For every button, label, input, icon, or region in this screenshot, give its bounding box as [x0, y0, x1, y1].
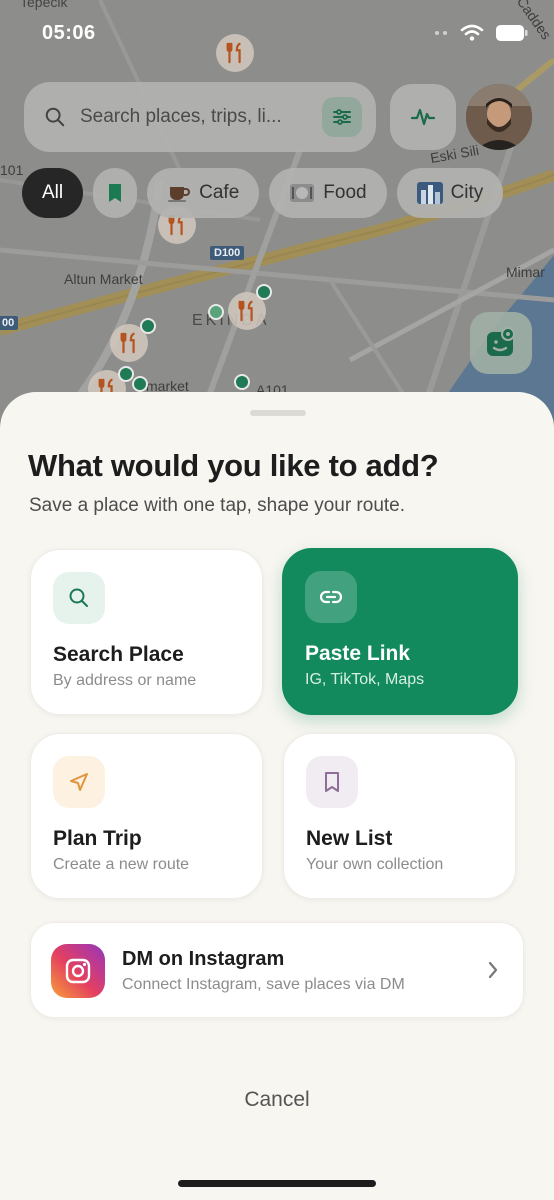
filter-button[interactable] [322, 97, 362, 137]
status-time: 05:06 [42, 22, 96, 44]
pulse-icon [410, 108, 436, 126]
battery-icon [496, 25, 528, 41]
search-icon-box [53, 572, 105, 624]
sheet-title: What would you like to add? [28, 448, 439, 483]
card-title: Plan Trip [53, 827, 142, 850]
instagram-title: DM on Instagram [122, 948, 285, 970]
user-photo [466, 84, 532, 150]
chip-label: Cafe [199, 182, 240, 203]
card-subtitle: IG, TikTok, Maps [305, 671, 425, 688]
instagram-dm-row[interactable]: DM on Instagram Connect Instagram, save … [30, 922, 524, 1018]
map-label: Tepecik [20, 0, 68, 10]
map-view[interactable]: Tepecik Eski Sili Altun Market EKINDA Mi… [0, 0, 554, 420]
bookmark-icon-box [306, 756, 358, 808]
coffee-icon [168, 187, 191, 202]
sliders-icon [333, 109, 351, 125]
chip-cafe[interactable]: Cafe [147, 168, 260, 218]
card-title: Search Place [53, 643, 184, 666]
food-icon [290, 184, 315, 202]
sheet-drag-handle[interactable] [250, 410, 306, 416]
add-bottom-sheet: What would you like to add? Save a place… [0, 392, 554, 1200]
paste-link-card[interactable]: Paste Link IG, TikTok, Maps [282, 548, 518, 715]
instagram-icon [51, 944, 105, 998]
navigation-arrow-icon [70, 773, 88, 791]
saved-place-pin[interactable] [118, 366, 134, 382]
map-pin-plus-icon [487, 327, 515, 356]
saved-place-pin[interactable] [256, 284, 272, 300]
search-icon [45, 107, 65, 127]
cancel-button[interactable]: Cancel [0, 1088, 554, 1112]
chip-label: City [450, 182, 484, 203]
chip-city[interactable]: City [396, 168, 504, 218]
chip-all[interactable]: All [22, 168, 84, 218]
card-title: Paste Link [305, 642, 411, 665]
sheet-subtitle: Save a place with one tap, shape your ro… [29, 495, 406, 516]
saved-place-pin[interactable] [132, 376, 148, 392]
home-indicator [178, 1180, 376, 1187]
search-bar[interactable]: Search places, trips, li... [24, 82, 376, 152]
bookmark-icon [109, 184, 122, 202]
chip-label: All [42, 182, 64, 203]
fork-knife-icon [238, 300, 253, 322]
signal-icon [435, 31, 447, 35]
chip-label: Food [323, 182, 367, 203]
avatar[interactable] [466, 84, 532, 150]
map-label: Mimar [506, 264, 545, 280]
map-label: 101 [0, 162, 24, 178]
card-title: New List [306, 827, 393, 850]
fork-knife-icon [226, 42, 241, 64]
card-subtitle: Your own collection [306, 856, 444, 873]
card-subtitle: By address or name [53, 672, 197, 689]
saved-place-pin[interactable] [208, 304, 224, 320]
chip-food[interactable]: Food [269, 168, 387, 218]
map-label: Altun Market [64, 271, 143, 287]
wifi-icon [460, 24, 484, 41]
restaurant-poi[interactable] [216, 34, 254, 72]
add-place-map-button[interactable] [470, 312, 532, 374]
card-subtitle: Create a new route [53, 856, 190, 873]
chip-saved[interactable] [93, 168, 138, 218]
fork-knife-icon [120, 332, 135, 354]
instagram-subtitle: Connect Instagram, save places via DM [122, 976, 405, 993]
category-chips: All Cafe Food City [22, 168, 504, 218]
saved-place-pin[interactable] [234, 374, 250, 390]
search-icon [69, 588, 88, 607]
bookmark-icon [325, 772, 339, 792]
chevron-right-icon [488, 961, 498, 979]
road-shield: 00 [0, 316, 19, 330]
status-icons [434, 24, 528, 42]
road-shield: D100 [210, 246, 245, 260]
new-list-card[interactable]: New List Your own collection [283, 733, 516, 899]
saved-place-pin[interactable] [140, 318, 156, 334]
search-place-card[interactable]: Search Place By address or name [30, 549, 263, 715]
city-icon [416, 182, 443, 204]
link-icon [319, 590, 343, 604]
search-input[interactable]: Search places, trips, li... [80, 106, 322, 128]
link-icon-box [305, 571, 357, 623]
navigation-icon-box [53, 756, 105, 808]
plan-trip-card[interactable]: Plan Trip Create a new route [30, 733, 263, 899]
activity-button[interactable] [390, 84, 456, 150]
